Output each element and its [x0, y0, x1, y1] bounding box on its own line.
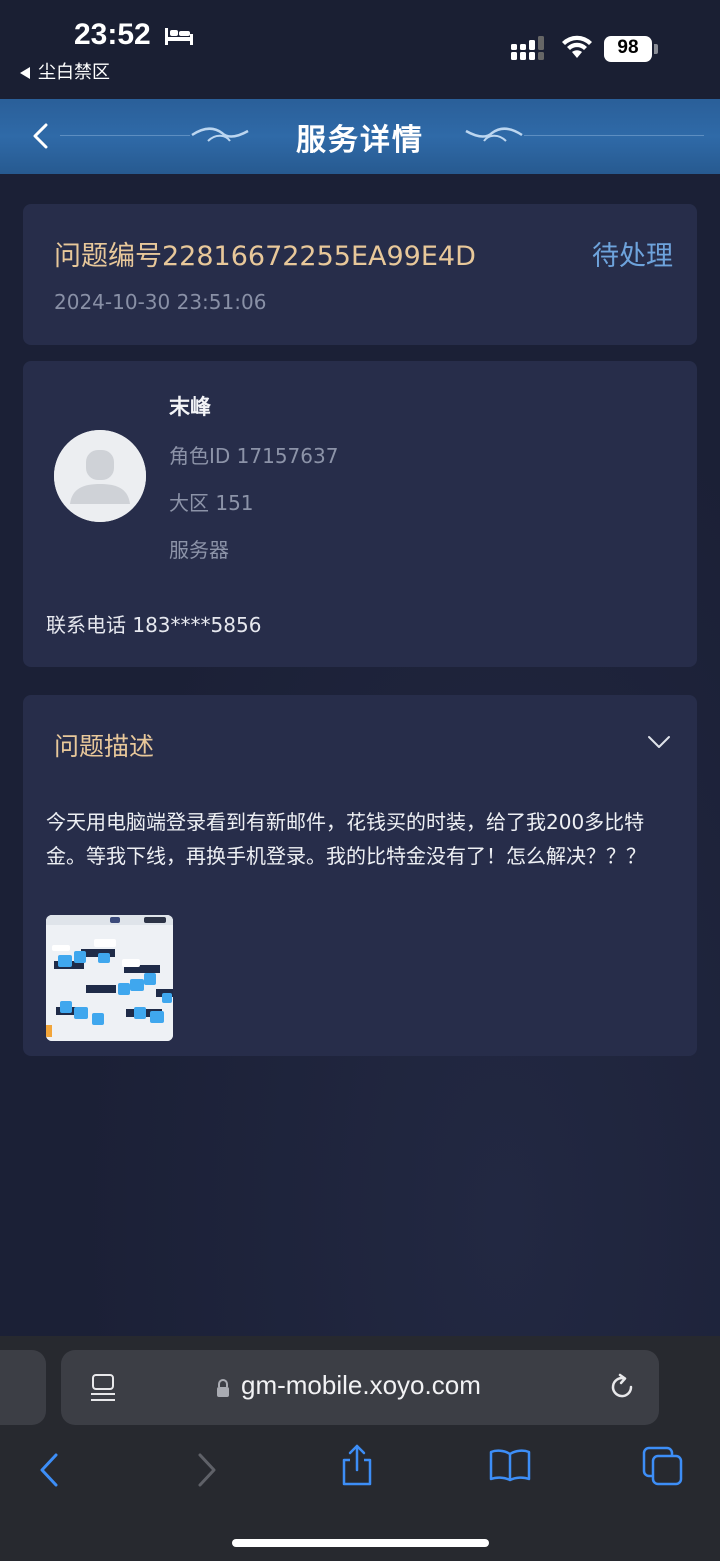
battery-level: 98 [617, 37, 639, 58]
lock-icon [217, 1379, 229, 1397]
screenshot-image-icon [46, 915, 173, 1041]
previous-tab-preview[interactable] [0, 1350, 46, 1425]
battery-icon: 98 [604, 36, 658, 62]
bed-icon [165, 28, 193, 45]
url-text: gm-mobile.xoyo.com [241, 1370, 481, 1400]
status-bar: 23:52 尘白禁区 98 [0, 0, 720, 99]
chevron-down-icon[interactable] [647, 735, 671, 749]
ornament-right-icon [465, 127, 523, 142]
avatar [54, 430, 146, 522]
home-indicator[interactable] [232, 1539, 489, 1547]
page-title: 服务详情 [296, 123, 424, 158]
header-divider-right [524, 135, 704, 136]
ticket-status-badge: 待处理 [592, 241, 673, 272]
back-app-label: 尘白禁区 [38, 62, 110, 83]
reload-icon[interactable] [607, 1372, 637, 1402]
ticket-timestamp: 2024-10-30 23:51:06 [54, 290, 267, 314]
share-icon[interactable] [340, 1444, 374, 1486]
attachment-thumbnail[interactable] [46, 915, 173, 1041]
browser-forward-icon[interactable] [196, 1452, 218, 1488]
page-header: 服务详情 [0, 99, 720, 174]
bookmarks-icon[interactable] [488, 1448, 532, 1482]
browser-back-icon[interactable] [38, 1452, 60, 1488]
ticket-card: 问题编号22816672255EA99E4D 待处理 2024-10-30 23… [23, 204, 697, 345]
description-title: 问题描述 [54, 732, 155, 761]
contact-phone: 联系电话 183****5856 [46, 613, 262, 637]
user-name: 末峰 [169, 395, 211, 419]
user-info-card: 末峰 角色ID 17157637 大区 151 服务器 联系电话 183****… [23, 361, 697, 667]
back-triangle-icon [20, 67, 30, 79]
tabs-icon[interactable] [642, 1446, 684, 1486]
server: 服务器 [169, 538, 229, 562]
browser-toolbar: gm-mobile.xoyo.com [0, 1336, 720, 1561]
user-placeholder-icon [54, 430, 146, 522]
address-bar[interactable]: gm-mobile.xoyo.com [61, 1350, 659, 1425]
ticket-number: 问题编号22816672255EA99E4D [54, 241, 476, 272]
back-to-app-link[interactable]: 尘白禁区 [20, 58, 110, 84]
wifi-icon [562, 35, 592, 58]
signal-icon [511, 36, 544, 60]
description-card: 问题描述 今天用电脑端登录看到有新邮件，花钱买的时装，给了我200多比特金。等我… [23, 695, 697, 1056]
status-time: 23:52 [74, 18, 151, 51]
page-menu-icon[interactable] [89, 1372, 117, 1404]
role-id: 角色ID 17157637 [169, 444, 339, 468]
region: 大区 151 [169, 491, 254, 515]
description-text: 今天用电脑端登录看到有新邮件，花钱买的时装，给了我200多比特金。等我下线，再换… [46, 810, 646, 868]
